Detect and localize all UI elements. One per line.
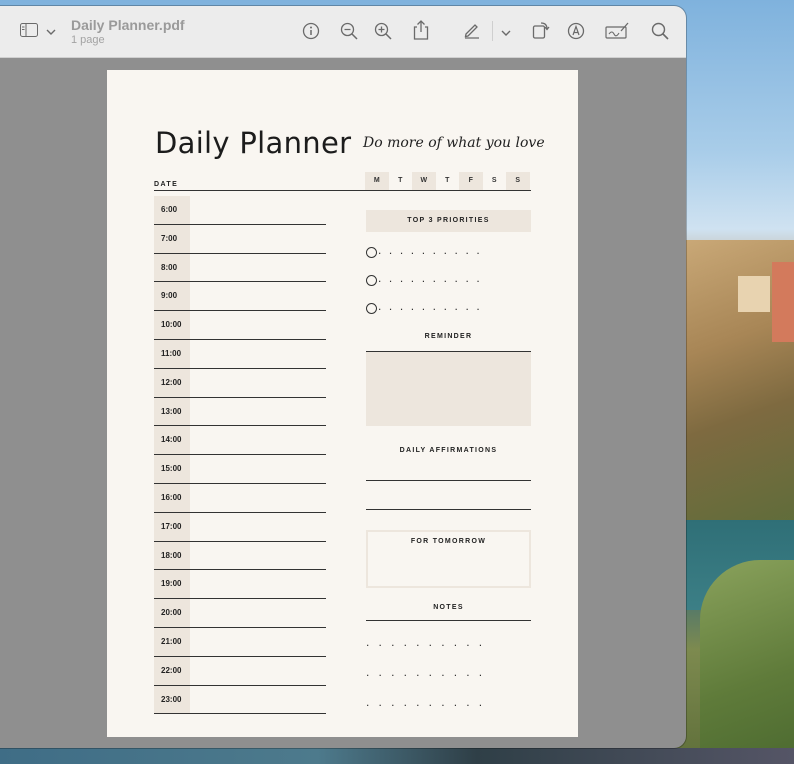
- notes-line: [366, 620, 531, 621]
- time-label: 22:00: [154, 656, 190, 685]
- time-slot-row[interactable]: 9:00: [154, 282, 326, 312]
- zoom-out-icon[interactable]: [340, 22, 358, 45]
- checkbox-circle-icon[interactable]: [366, 275, 377, 286]
- toolbar: Daily Planner.pdf 1 page: [0, 6, 686, 58]
- time-slot-row[interactable]: 22:00: [154, 656, 326, 686]
- time-label: 23:00: [154, 685, 190, 714]
- time-slot-row[interactable]: 19:00: [154, 570, 326, 600]
- share-icon[interactable]: [413, 20, 429, 45]
- notes-dots-row[interactable]: ..........: [366, 665, 531, 679]
- annotate-icon[interactable]: [567, 22, 585, 45]
- pdf-page[interactable]: Daily Planner Do more of what you love D…: [107, 70, 578, 737]
- toolbar-separator: [492, 21, 493, 41]
- priority-item[interactable]: ..........: [366, 243, 531, 259]
- time-slot-row[interactable]: 15:00: [154, 455, 326, 484]
- time-label: 10:00: [154, 311, 190, 339]
- time-label: 12:00: [154, 368, 190, 397]
- date-line: [154, 190, 531, 191]
- time-slot-row[interactable]: 7:00: [154, 224, 326, 254]
- search-icon[interactable]: [651, 22, 669, 45]
- weekday-3[interactable]: T: [436, 172, 460, 190]
- rotate-icon[interactable]: [532, 20, 550, 45]
- schedule-column: 6:00 7:00 8:00 9:00 10:00 11:00 12:00 13:00 14:0…: [154, 196, 326, 715]
- time-slot-row[interactable]: 23:00: [154, 685, 326, 715]
- zoom-in-icon[interactable]: [374, 22, 392, 45]
- time-slot-row[interactable]: 21:00: [154, 627, 326, 657]
- wallpaper-house: [738, 276, 770, 312]
- affirmation-line[interactable]: [366, 509, 531, 510]
- time-slot-row[interactable]: 16:00: [154, 483, 326, 513]
- time-label: 9:00: [154, 282, 190, 311]
- wallpaper-shore: [0, 748, 794, 764]
- time-slot-row[interactable]: 6:00: [154, 196, 326, 225]
- time-slot-row[interactable]: 18:00: [154, 541, 326, 571]
- time-label: 17:00: [154, 512, 190, 541]
- wallpaper-house: [772, 262, 794, 342]
- checkbox-circle-icon[interactable]: [366, 247, 377, 258]
- planner-title: Daily Planner: [155, 126, 352, 160]
- time-slot-row[interactable]: 17:00: [154, 512, 326, 542]
- weekday-6[interactable]: S: [506, 172, 530, 190]
- planner-tagline: Do more of what you love: [363, 135, 545, 151]
- date-label: DATE: [154, 181, 179, 188]
- time-label: 21:00: [154, 627, 190, 656]
- chevron-down-icon[interactable]: [46, 24, 56, 42]
- wallpaper-hill: [700, 560, 794, 764]
- weekday-0[interactable]: M: [365, 172, 389, 190]
- weekday-4[interactable]: F: [459, 172, 483, 190]
- preview-window: Daily Planner.pdf 1 page Daily Planner D…: [0, 6, 686, 748]
- time-slot-row[interactable]: 8:00: [154, 253, 326, 283]
- document-title: Daily Planner.pdf: [71, 17, 185, 33]
- time-slot-row[interactable]: 12:00: [154, 368, 326, 398]
- affirmations-heading: DAILY AFFIRMATIONS: [399, 447, 498, 454]
- weekday-5[interactable]: S: [483, 172, 507, 190]
- notes-dots-row[interactable]: ..........: [366, 695, 531, 709]
- time-label: 16:00: [154, 483, 190, 512]
- time-label: 20:00: [154, 599, 190, 627]
- time-label: 19:00: [154, 570, 190, 599]
- info-icon[interactable]: [302, 22, 320, 45]
- time-label: 13:00: [154, 397, 190, 426]
- time-label: 18:00: [154, 541, 190, 570]
- reminder-box[interactable]: [366, 351, 531, 426]
- reminder-heading: REMINDER: [424, 333, 473, 340]
- document-page-count: 1 page: [71, 34, 105, 46]
- time-slot-row[interactable]: 10:00: [154, 311, 326, 340]
- checkbox-circle-icon[interactable]: [366, 303, 377, 314]
- signature-icon[interactable]: [605, 22, 629, 45]
- time-label: 11:00: [154, 339, 190, 368]
- tomorrow-heading: FOR TOMORROW: [410, 538, 487, 545]
- time-label: 14:00: [154, 426, 190, 455]
- sidebar-icon[interactable]: [20, 23, 38, 42]
- weekday-1[interactable]: T: [389, 172, 413, 190]
- time-slot-row[interactable]: 14:00: [154, 426, 326, 456]
- time-label: 8:00: [154, 253, 190, 282]
- affirmation-line[interactable]: [366, 480, 531, 481]
- chevron-down-icon[interactable]: [501, 24, 511, 42]
- priority-item[interactable]: ..........: [366, 299, 531, 315]
- priorities-heading: TOP 3 PRIORITIES: [366, 210, 531, 232]
- notes-dots-row[interactable]: ..........: [366, 635, 531, 649]
- weekday-selector: MTWTFSS: [365, 172, 530, 190]
- time-slot-row[interactable]: 13:00: [154, 397, 326, 427]
- time-slot-row[interactable]: 11:00: [154, 339, 326, 369]
- markup-pen-icon[interactable]: [463, 21, 481, 44]
- weekday-2[interactable]: W: [412, 172, 436, 190]
- notes-heading: NOTES: [433, 604, 464, 611]
- time-label: 6:00: [154, 196, 190, 224]
- time-label: 7:00: [154, 224, 190, 253]
- time-slot-row[interactable]: 20:00: [154, 599, 326, 628]
- priority-item[interactable]: ..........: [366, 271, 531, 287]
- time-label: 15:00: [154, 455, 190, 483]
